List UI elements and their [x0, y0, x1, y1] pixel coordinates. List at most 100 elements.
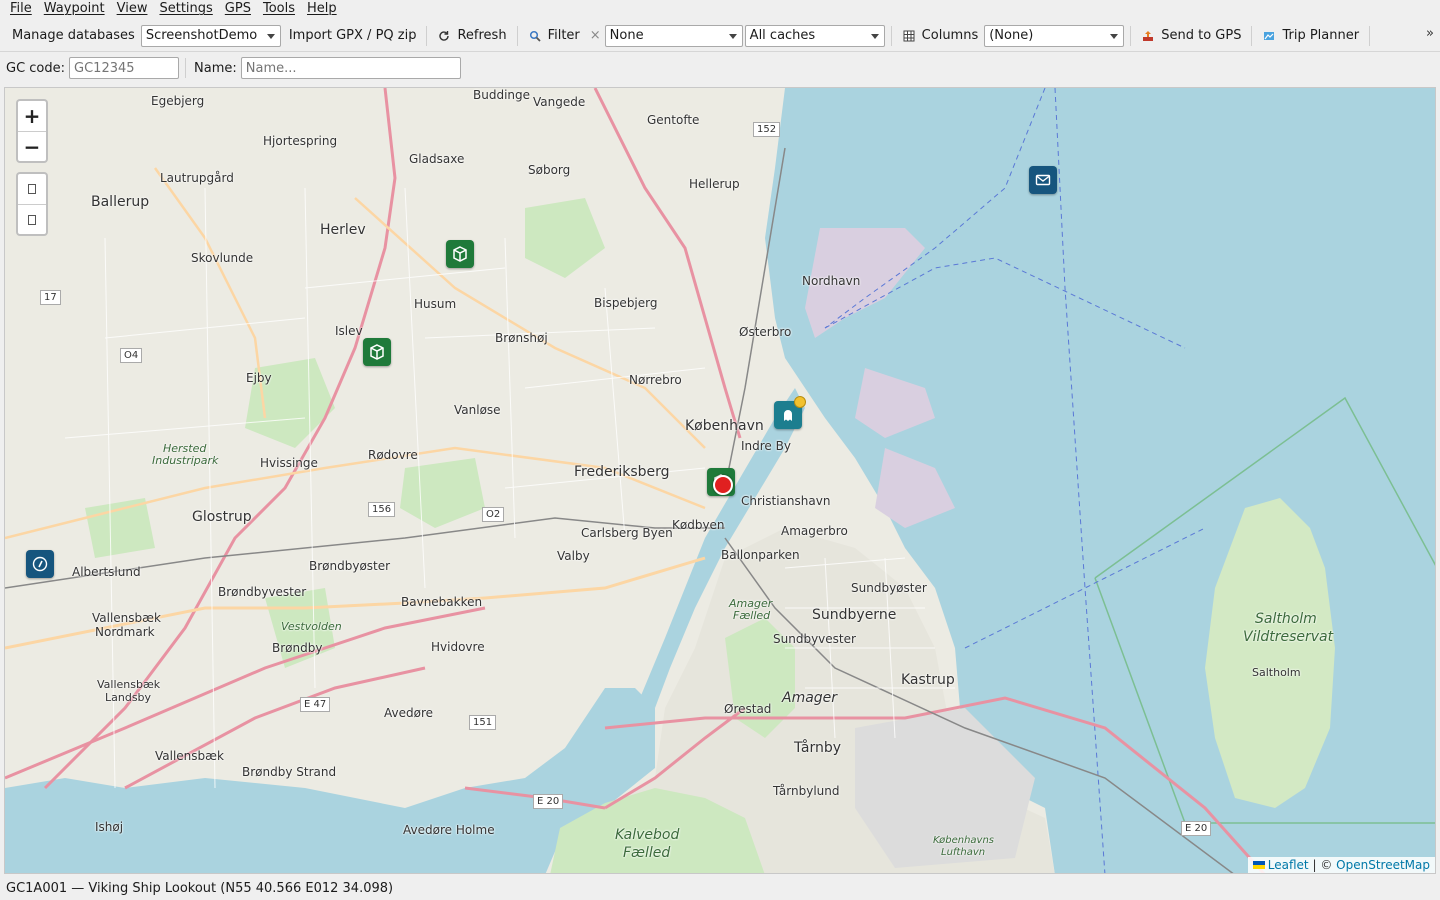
name-label: Name: [194, 60, 237, 76]
cache-marker-letterbox[interactable] [1029, 166, 1057, 194]
place-label: Amager [782, 690, 838, 706]
import-gpx-button[interactable]: Import GPX / PQ zip [283, 23, 423, 49]
name-input[interactable] [240, 57, 461, 79]
place-label: Gentofte [647, 113, 700, 127]
smiley-badge-icon [794, 396, 806, 408]
cache-marker-traditional[interactable] [363, 338, 391, 366]
map-tools-control [16, 172, 48, 236]
place-label: Nordmark [95, 625, 155, 639]
main-toolbar: Manage databases ScreenshotDemo Import G… [0, 20, 1440, 52]
place-label: Ballerup [91, 194, 150, 210]
caches-select[interactable]: All caches [744, 24, 885, 47]
place-label: Hvidovre [431, 640, 485, 654]
filter-label: Filter [547, 28, 580, 43]
place-label: Sundbyvester [773, 632, 856, 646]
caches-select-value: All caches [749, 28, 816, 43]
place-label: Østerbro [739, 325, 792, 339]
place-label: Vallensbæk [92, 611, 161, 625]
place-label: Ishøj [95, 820, 124, 834]
place-label: Nordhavn [802, 274, 861, 288]
menu-tools[interactable]: Tools [257, 0, 301, 18]
manage-databases-label: Manage databases [12, 28, 135, 43]
chevron-down-icon [728, 33, 737, 39]
place-label: Saltholm [1252, 666, 1301, 679]
road-number: E 20 [533, 794, 564, 809]
place-label: Rødovre [368, 448, 418, 462]
trip-planner-button[interactable]: Trip Planner [1256, 23, 1365, 49]
map-icon [1262, 29, 1276, 43]
place-label: Tårnby [794, 740, 842, 756]
menu-gps[interactable]: GPS [219, 0, 257, 18]
menu-view[interactable]: View [111, 0, 154, 18]
map-tool-button[interactable] [18, 174, 46, 204]
menu-help[interactable]: Help [301, 0, 343, 18]
place-label: Vestvolden [281, 620, 342, 633]
send-to-gps-button[interactable]: Send to GPS [1135, 23, 1247, 49]
place-label: Brøndbyvester [218, 585, 307, 599]
place-label: Amagerbro [781, 524, 848, 538]
menu-file[interactable]: File [4, 0, 38, 18]
place-label: København [685, 418, 764, 434]
filter-clear-button[interactable]: × [586, 23, 605, 49]
filter-select-value: None [609, 28, 644, 43]
leaflet-link[interactable]: Leaflet [1268, 858, 1309, 872]
status-bar: GC1A001 — Viking Ship Lookout (N55 40.56… [0, 876, 1440, 900]
place-label: Brøndby Strand [242, 765, 337, 779]
database-select[interactable]: ScreenshotDemo [140, 24, 281, 47]
osm-link[interactable]: OpenStreetMap [1336, 858, 1430, 872]
refresh-button[interactable]: Refresh [431, 23, 512, 49]
zoom-out-button[interactable]: − [18, 131, 46, 161]
compass-icon [32, 556, 48, 572]
filter-button[interactable]: Filter [522, 23, 586, 49]
place-label: Industripark [152, 454, 219, 467]
gc-code-label: GC code: [6, 60, 66, 76]
place-label: Saltholm [1255, 611, 1317, 627]
map-view[interactable]: København Indre By Frederiksberg Christi… [4, 87, 1436, 874]
place-label: Hellerup [689, 177, 740, 191]
place-label: Hvissinge [260, 456, 318, 470]
place-label: Glostrup [192, 509, 252, 525]
refresh-label: Refresh [457, 28, 507, 43]
place-label: Vangede [533, 95, 586, 109]
map-tool-button[interactable] [18, 204, 46, 234]
menu-waypoint[interactable]: Waypoint [38, 0, 111, 18]
place-label: Avedøre Holme [403, 823, 495, 837]
menu-settings[interactable]: Settings [153, 0, 218, 18]
place-label: Herlev [320, 222, 366, 238]
place-label: Kødbyen [672, 518, 725, 532]
filter-select[interactable]: None [604, 24, 743, 47]
place-label: Carlsberg Byen [581, 526, 673, 540]
toolbar-overflow-button[interactable]: » [1426, 26, 1434, 41]
status-text: GC1A001 — Viking Ship Lookout (N55 40.56… [6, 880, 394, 896]
road-number: O2 [482, 507, 505, 522]
send-to-gps-label: Send to GPS [1161, 28, 1242, 43]
search-icon [528, 29, 542, 43]
place-label: Kalvebod [615, 827, 680, 843]
place-label: Vallensbæk [97, 678, 161, 691]
database-select-value: ScreenshotDemo [145, 28, 258, 43]
ghost-icon [784, 410, 792, 421]
place-label: Vildtreservat [1243, 629, 1334, 645]
flag-icon [1252, 861, 1265, 869]
columns-button[interactable]: Columns [896, 23, 985, 49]
road-number: E 47 [300, 697, 331, 712]
manage-databases-button[interactable]: Manage databases [6, 23, 141, 49]
place-label: Ejby [246, 371, 272, 385]
place-label: Københavns [933, 835, 994, 846]
cache-marker-virtual[interactable] [26, 550, 54, 578]
gc-code-input[interactable] [69, 57, 180, 79]
columns-select[interactable]: (None) [984, 24, 1125, 47]
place-label: Valby [557, 549, 590, 563]
place-label: Husum [414, 297, 457, 311]
search-divider [185, 58, 187, 78]
cache-marker-traditional[interactable] [446, 240, 474, 268]
toolbar-divider [1130, 25, 1132, 46]
zoom-in-button[interactable]: + [18, 101, 46, 131]
place-label: Kastrup [901, 672, 955, 688]
envelope-icon [1035, 174, 1051, 186]
square-icon [28, 184, 36, 194]
selected-location-dot [713, 475, 733, 495]
place-label: Fælled [733, 609, 771, 622]
menu-bar: File Waypoint View Settings GPS Tools He… [0, 0, 1440, 18]
place-label: Sundbyøster [851, 581, 927, 595]
